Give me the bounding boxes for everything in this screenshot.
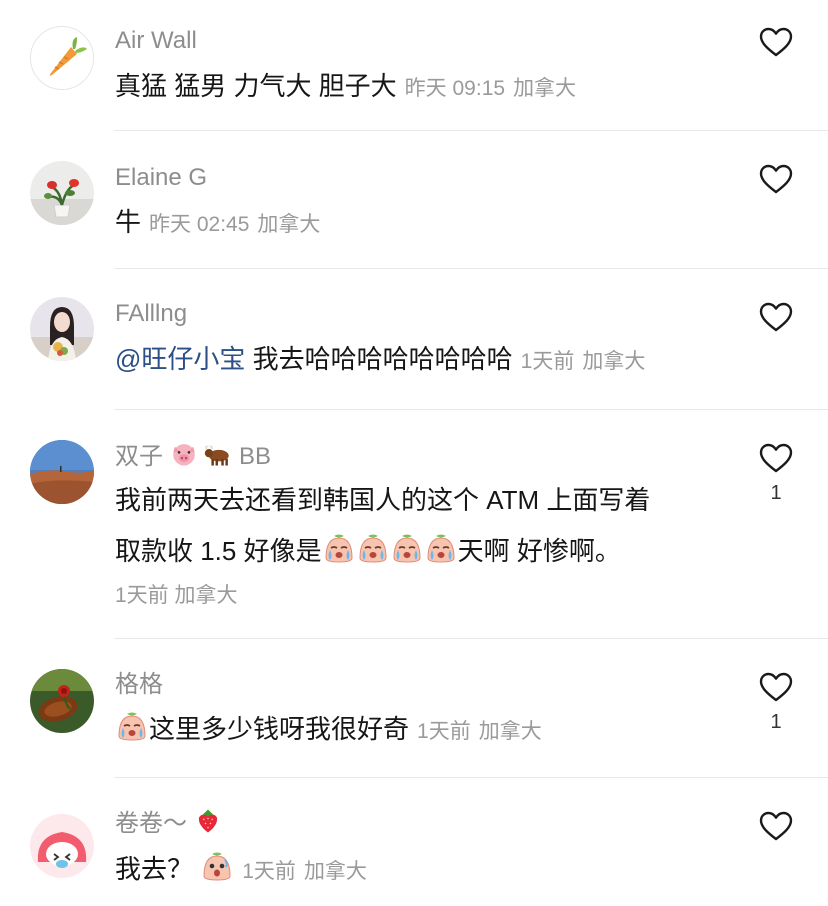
comment-list: Air Wall 真猛 猛男 力气大 胆子大 昨天 09:15 加拿大 Elaine…: [0, 0, 828, 906]
avatar[interactable]: [30, 440, 94, 504]
comment-text: 我去？: [115, 854, 194, 884]
username-suffix: BB: [239, 443, 272, 470]
comment-text: 天啊 好惨啊。: [457, 536, 621, 566]
comment-meta: 1天前 加拿大: [115, 582, 238, 610]
comment-location: 加拿大: [174, 584, 238, 607]
heart-icon: [759, 443, 793, 473]
like-button[interactable]: [758, 442, 794, 474]
comment-location: 加拿大: [478, 720, 542, 743]
comment-time: 昨天 02:45: [149, 213, 250, 236]
comment-text: 牛: [115, 207, 142, 237]
like-button[interactable]: [758, 810, 794, 842]
comment-location: 加拿大: [582, 350, 646, 373]
username[interactable]: Elaine G: [115, 163, 207, 193]
username[interactable]: 卷卷～: [115, 807, 222, 839]
like-button[interactable]: [758, 26, 794, 58]
comment-text-line: 牛昨天 02:45 加拿大: [115, 204, 320, 243]
comment-time: 1天前: [115, 584, 169, 607]
username[interactable]: 双子 BB: [115, 440, 271, 472]
comment-text-line-2: 取款收 1.5 好像是 天啊 好惨啊。: [115, 532, 621, 569]
ox-emoji-icon: [204, 440, 232, 468]
comment-text: 取款收 1.5 好像是: [115, 536, 322, 566]
heart-icon: [759, 164, 793, 194]
cartoon-character-icon: [30, 814, 94, 878]
heart-icon: [759, 302, 793, 332]
crying-emoji-icon: [424, 532, 458, 566]
flower-pot-icon: [30, 161, 94, 225]
mention-link[interactable]: @旺仔小宝: [115, 344, 245, 374]
comment-item: 卷卷～ 我去？ 1天前 加拿大: [0, 778, 828, 906]
comment-text: 我去哈哈哈哈哈哈哈哈: [245, 344, 513, 374]
comment-item: 双子 BB 我前两天去还看到韩国人的这个 ATM 上面写着 取款收 1.5 好像…: [0, 410, 828, 640]
comment-location: 加拿大: [303, 860, 367, 883]
username[interactable]: FAlllng: [115, 299, 187, 329]
comment-location: 加拿大: [257, 213, 321, 236]
username-text: 卷卷～: [115, 810, 187, 837]
avatar[interactable]: [30, 814, 94, 878]
comment-time: 昨天 09:15: [404, 77, 506, 100]
avatar[interactable]: [30, 161, 94, 225]
comment-item: 格格 这里多少钱呀我很好奇 1天前 加拿大 1: [0, 639, 828, 779]
comment-text-line: 这里多少钱呀我很好奇 1天前 加拿大: [115, 710, 542, 750]
username[interactable]: 格格: [115, 670, 163, 700]
comment-item: FAlllng @旺仔小宝 我去哈哈哈哈哈哈哈哈 1天前 加拿大: [0, 269, 828, 410]
comment-location: 加拿大: [513, 77, 577, 100]
heart-icon: [759, 672, 793, 702]
pig-emoji-icon: [170, 440, 198, 468]
comment-text-line: 我去？ 1天前 加拿大: [115, 850, 367, 890]
comment-text-line: @旺仔小宝 我去哈哈哈哈哈哈哈哈 1天前 加拿大: [115, 341, 645, 380]
like-count: 1: [770, 482, 782, 504]
comment-text: 这里多少钱呀我很好奇: [149, 714, 410, 744]
strawberry-emoji-icon: [194, 807, 222, 835]
comment-time: 1天前: [242, 860, 296, 883]
crying-emoji-icon: [115, 710, 149, 744]
username[interactable]: Air Wall: [115, 26, 197, 56]
heart-icon: [759, 27, 793, 57]
girl-portrait-icon: [30, 297, 94, 361]
comment-time: 1天前: [417, 720, 471, 743]
avatar[interactable]: [30, 26, 94, 90]
comment-text-line-1: 我前两天去还看到韩国人的这个 ATM 上面写着: [115, 485, 651, 515]
username-prefix: 双子: [115, 443, 163, 470]
like-button[interactable]: [758, 163, 794, 195]
carrot-icon: [31, 27, 93, 89]
comment-text: 真猛 猛男 力气大 胆子大: [115, 71, 397, 101]
crying-emoji-icon: [390, 532, 424, 566]
avatar[interactable]: [30, 297, 94, 361]
comment-item: Elaine G 牛昨天 02:45 加拿大: [0, 131, 828, 269]
crying-emoji-icon: [322, 532, 356, 566]
comment-time: 1天前: [520, 350, 575, 373]
like-button[interactable]: [758, 301, 794, 333]
like-count: 1: [770, 711, 782, 733]
heart-icon: [759, 811, 793, 841]
like-button[interactable]: [758, 671, 794, 703]
crying-emoji-icon: [356, 532, 390, 566]
avatar[interactable]: [30, 669, 94, 733]
comment-text-line: 真猛 猛男 力气大 胆子大 昨天 09:15 加拿大: [115, 68, 576, 107]
desert-landscape-icon: [30, 440, 94, 504]
comment-item: Air Wall 真猛 猛男 力气大 胆子大 昨天 09:15 加拿大: [0, 0, 828, 132]
violin-rose-icon: [30, 669, 94, 733]
shocked-emoji-icon: [200, 850, 234, 884]
